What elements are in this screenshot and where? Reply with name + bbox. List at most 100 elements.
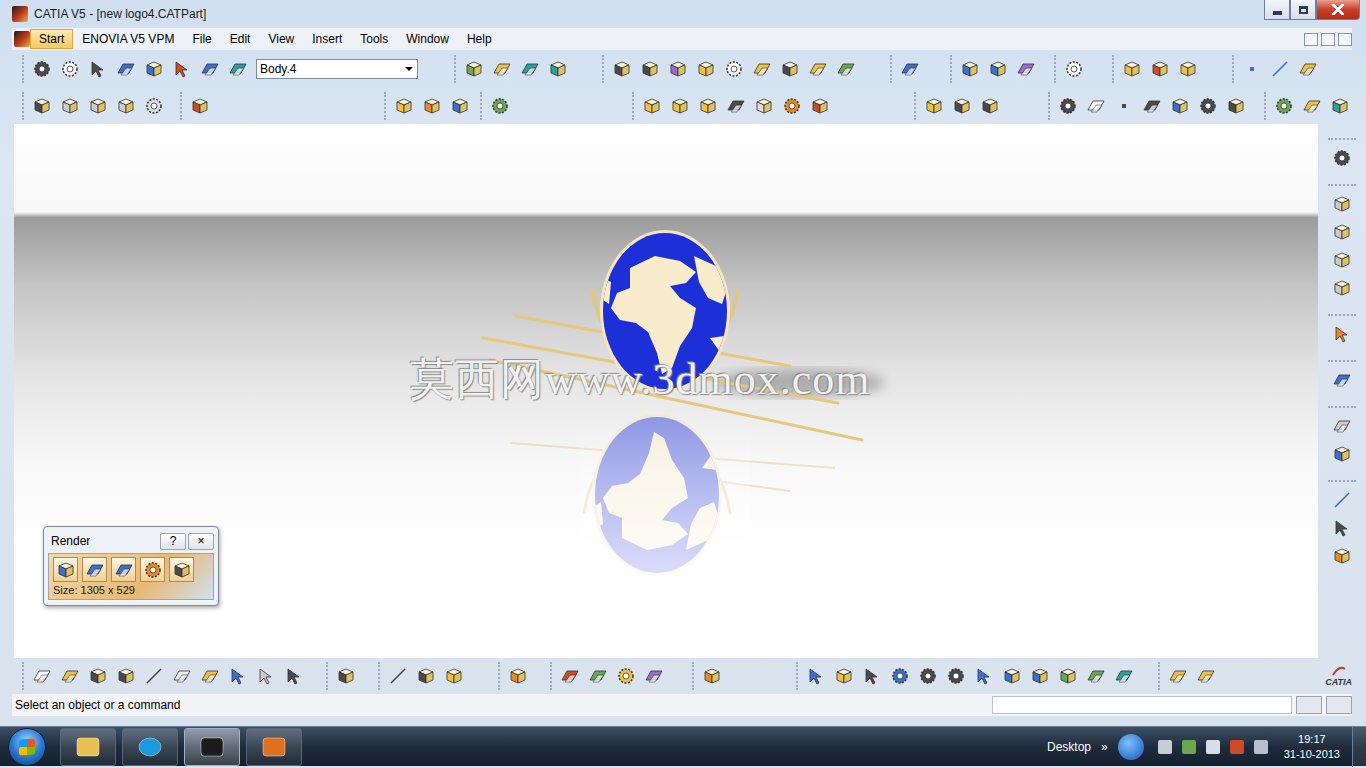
tool-button[interactable] [638, 92, 666, 120]
tool-button[interactable] [722, 92, 750, 120]
tool-button[interactable] [1054, 662, 1082, 690]
tool-button[interactable] [608, 55, 636, 83]
maximize-button[interactable] [1290, 0, 1316, 20]
clock[interactable]: 19:1731-10-2013 [1284, 732, 1340, 762]
tool-button[interactable] [84, 92, 112, 120]
menu-item[interactable]: File [183, 29, 220, 49]
tool-button[interactable] [1192, 662, 1220, 690]
tool-button[interactable] [446, 92, 474, 120]
tool-button[interactable] [1298, 92, 1326, 120]
tool-button[interactable] [1328, 486, 1356, 514]
tool-button[interactable] [1026, 662, 1054, 690]
tool-button[interactable] [1118, 55, 1146, 83]
tool-button[interactable] [1012, 55, 1040, 83]
tool-button[interactable] [544, 55, 572, 83]
start-button[interactable] [8, 728, 46, 766]
tool-button[interactable] [112, 662, 140, 690]
tool-button[interactable] [1222, 92, 1250, 120]
toolbar-expand[interactable]: » [1101, 740, 1108, 754]
tool-button[interactable] [280, 662, 308, 690]
tool-button[interactable] [948, 92, 976, 120]
mdi-close-button[interactable] [1338, 33, 1352, 46]
tool-button[interactable] [28, 92, 56, 120]
tool-button[interactable] [920, 92, 948, 120]
status-button[interactable] [1296, 696, 1322, 714]
tool-button[interactable] [140, 662, 168, 690]
tool-button[interactable] [1174, 55, 1202, 83]
tool-button[interactable] [384, 662, 412, 690]
menu-item[interactable]: Tools [351, 29, 397, 49]
tool-button[interactable] [1110, 662, 1138, 690]
menu-item[interactable]: Help [458, 29, 501, 49]
menu-item[interactable]: ENOVIA V5 VPM [73, 29, 183, 49]
tool-button[interactable] [56, 55, 84, 83]
tool-button[interactable] [1238, 55, 1266, 83]
network-icon[interactable] [1230, 740, 1244, 754]
tool-button[interactable] [1328, 246, 1356, 274]
status-button[interactable] [1326, 696, 1352, 714]
tool-button[interactable] [486, 92, 514, 120]
tool-button[interactable] [1166, 92, 1194, 120]
tool-button[interactable] [168, 662, 196, 690]
tool-button[interactable] [418, 92, 446, 120]
tool-button[interactable] [976, 92, 1004, 120]
battery-icon[interactable] [1254, 740, 1268, 754]
taskbar-button[interactable] [122, 728, 178, 766]
tool-button[interactable] [1082, 662, 1110, 690]
tool-button[interactable] [390, 92, 418, 120]
tool-button[interactable] [636, 55, 664, 83]
tool-button[interactable] [1138, 92, 1166, 120]
menu-item[interactable]: Window [397, 29, 458, 49]
tool-button[interactable] [748, 55, 776, 83]
taskbar-button[interactable] [184, 728, 240, 766]
tool-button[interactable] [1328, 412, 1356, 440]
mdi-minimize-button[interactable] [1304, 33, 1318, 46]
taskbar-button[interactable] [246, 728, 302, 766]
desktop-toolbar[interactable]: Desktop [1047, 740, 1091, 754]
tool-button[interactable] [140, 55, 168, 83]
3d-viewport[interactable]: 莫西网www.3dmox.comRender?×Size: 1305 x 529 [14, 124, 1318, 658]
close-button[interactable]: × [188, 533, 214, 550]
tool-button[interactable] [516, 55, 544, 83]
show-desktop-button[interactable] [1352, 727, 1366, 767]
taskbar-button[interactable] [60, 728, 116, 766]
tool-button[interactable] [1194, 92, 1222, 120]
tool-button[interactable] [1054, 92, 1082, 120]
render-button[interactable] [140, 557, 165, 582]
tool-button[interactable] [1328, 274, 1356, 302]
tool-button[interactable] [750, 92, 778, 120]
tool-button[interactable] [1328, 440, 1356, 468]
menu-item[interactable]: Start [30, 29, 73, 49]
tool-button[interactable] [168, 55, 196, 83]
menu-item[interactable]: View [259, 29, 303, 49]
tool-button[interactable] [112, 92, 140, 120]
tool-button[interactable] [804, 55, 832, 83]
tool-button[interactable] [1326, 92, 1354, 120]
help-button[interactable]: ? [160, 533, 186, 550]
tool-button[interactable] [886, 662, 914, 690]
tool-button[interactable] [1328, 190, 1356, 218]
render-button[interactable] [82, 557, 107, 582]
tool-button[interactable] [196, 662, 224, 690]
tool-button[interactable] [1328, 542, 1356, 570]
tool-button[interactable] [28, 55, 56, 83]
render-button[interactable] [169, 557, 194, 582]
tool-button[interactable] [830, 662, 858, 690]
help-icon[interactable] [1118, 734, 1144, 760]
tool-button[interactable] [412, 662, 440, 690]
tray-app-icon[interactable] [1182, 740, 1196, 754]
tool-button[interactable] [698, 662, 726, 690]
render-button[interactable] [53, 557, 78, 582]
tool-button[interactable] [970, 662, 998, 690]
tool-button[interactable] [664, 55, 692, 83]
tool-button[interactable] [584, 662, 612, 690]
tool-button[interactable] [666, 92, 694, 120]
tool-button[interactable] [914, 662, 942, 690]
tool-button[interactable] [84, 662, 112, 690]
close-button[interactable] [1316, 0, 1360, 20]
render-button[interactable] [111, 557, 136, 582]
tool-button[interactable] [224, 55, 252, 83]
tool-button[interactable] [196, 55, 224, 83]
body-dropdown[interactable]: Body.4 [256, 59, 418, 79]
tool-button[interactable] [806, 92, 834, 120]
